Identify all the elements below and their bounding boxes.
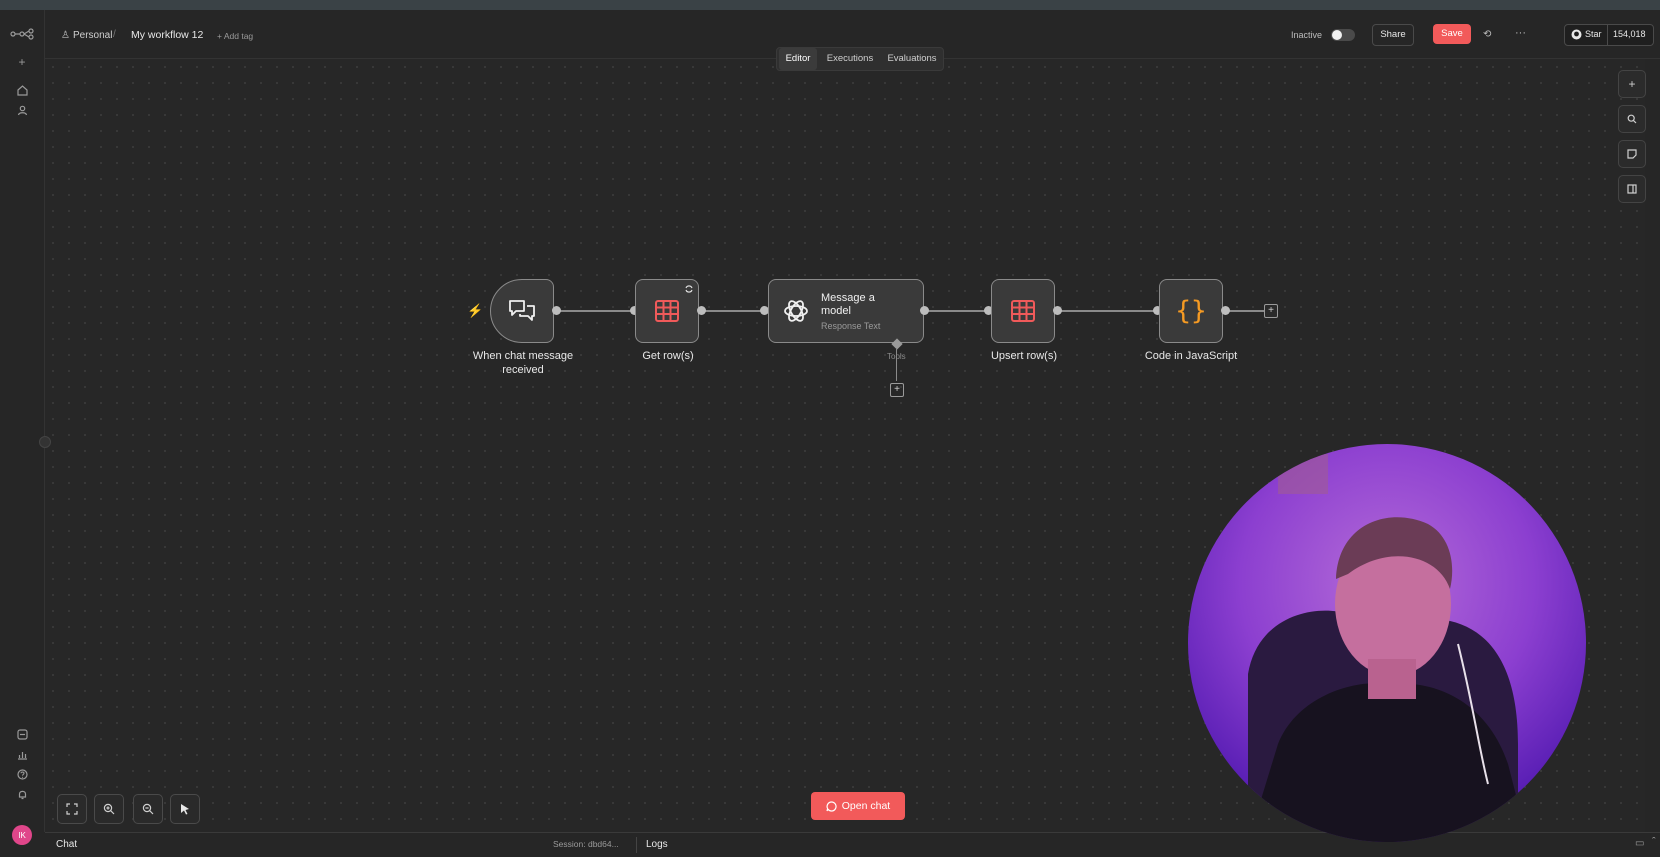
presenter-video bbox=[1248, 454, 1528, 842]
node-chat-trigger[interactable] bbox=[490, 279, 554, 343]
output-handle[interactable] bbox=[920, 306, 929, 315]
help-icon[interactable] bbox=[14, 766, 30, 782]
templates-icon[interactable] bbox=[14, 726, 30, 742]
connection-line bbox=[701, 310, 765, 312]
save-button[interactable]: Save bbox=[1433, 24, 1471, 44]
add-node-button[interactable]: + bbox=[1618, 70, 1646, 98]
left-sidebar: + IK bbox=[0, 10, 45, 845]
connection-line bbox=[1058, 310, 1158, 312]
history-icon[interactable]: ⟲ bbox=[1483, 29, 1491, 40]
star-label: Star bbox=[1585, 29, 1602, 39]
add-tool-button[interactable]: + bbox=[890, 383, 904, 397]
canvas-right-toolbar: + bbox=[1610, 70, 1650, 210]
tab-executions[interactable]: Executions bbox=[819, 48, 881, 70]
output-handle[interactable] bbox=[1221, 306, 1230, 315]
status-label: Inactive bbox=[1291, 30, 1323, 40]
breadcrumb-separator: / bbox=[113, 29, 116, 40]
trigger-bolt-icon: ⚡ bbox=[467, 303, 484, 318]
session-id: Session: dbd64... bbox=[553, 839, 619, 849]
chat-icon bbox=[826, 800, 837, 812]
active-toggle[interactable] bbox=[1331, 29, 1355, 41]
chat-panel-tab[interactable]: Chat bbox=[56, 839, 77, 850]
open-chat-label: Open chat bbox=[841, 800, 891, 812]
node-label-chat-trigger: When chat message received bbox=[472, 350, 574, 376]
add-node-end-button[interactable]: + bbox=[1264, 304, 1278, 318]
zoom-in-button[interactable] bbox=[94, 794, 124, 824]
search-icon[interactable] bbox=[1618, 105, 1646, 133]
node-label-upsert-rows: Upsert row(s) bbox=[990, 350, 1057, 362]
divider bbox=[636, 837, 637, 853]
table-icon bbox=[655, 300, 679, 322]
output-handle[interactable] bbox=[552, 306, 561, 315]
tab-editor[interactable]: Editor bbox=[779, 48, 817, 70]
node-message-model[interactable]: Message a model Response Text bbox=[768, 279, 924, 343]
person-icon: ♙ bbox=[61, 30, 70, 41]
open-chat-button[interactable]: Open chat bbox=[811, 792, 905, 820]
user-icon[interactable] bbox=[14, 102, 30, 118]
github-icon bbox=[1571, 29, 1582, 40]
connection-line bbox=[1226, 310, 1268, 312]
curly-braces-icon: {} bbox=[1175, 296, 1207, 326]
node-subtitle: Response Text bbox=[821, 321, 881, 331]
top-strip bbox=[0, 0, 1660, 10]
connection-line bbox=[557, 310, 635, 312]
collapse-sidebar-handle[interactable] bbox=[39, 436, 51, 448]
refresh-icon bbox=[685, 285, 693, 293]
node-title-message-model: Message a model bbox=[821, 292, 875, 317]
zoom-out-button[interactable] bbox=[133, 794, 163, 824]
fit-view-button[interactable] bbox=[57, 794, 87, 824]
n8n-logo-icon[interactable] bbox=[10, 26, 34, 42]
node-get-rows[interactable] bbox=[635, 279, 699, 343]
webcam-overlay bbox=[1188, 444, 1586, 842]
share-button[interactable]: Share bbox=[1372, 24, 1414, 46]
openai-icon bbox=[784, 300, 808, 322]
add-icon[interactable]: + bbox=[14, 54, 30, 70]
insights-icon[interactable] bbox=[14, 746, 30, 762]
tab-evaluations[interactable]: Evaluations bbox=[881, 48, 943, 70]
tools-connector bbox=[896, 348, 897, 381]
connection-line bbox=[925, 310, 989, 312]
table-icon bbox=[1011, 300, 1035, 322]
node-label-code: Code in JavaScript bbox=[1144, 350, 1238, 362]
notifications-icon[interactable] bbox=[14, 786, 30, 802]
view-tabs: Editor Executions Evaluations bbox=[776, 47, 944, 71]
node-code-javascript[interactable]: {} bbox=[1159, 279, 1223, 343]
github-star-button[interactable]: Star 154,018 bbox=[1564, 24, 1654, 46]
panel-layout-icon[interactable]: ▭ bbox=[1635, 838, 1644, 849]
breadcrumb-personal[interactable]: Personal bbox=[73, 30, 112, 41]
sticky-note-icon[interactable] bbox=[1618, 140, 1646, 168]
node-label-get-rows: Get row(s) bbox=[642, 350, 694, 362]
home-icon[interactable] bbox=[14, 82, 30, 98]
avatar[interactable]: IK bbox=[12, 825, 32, 845]
workflow-name[interactable]: My workflow 12 bbox=[131, 29, 203, 41]
star-count: 154,018 bbox=[1613, 29, 1646, 39]
logs-panel-tab[interactable]: Logs bbox=[646, 839, 668, 850]
panel-toggle-icon[interactable] bbox=[1618, 175, 1646, 203]
node-upsert-rows[interactable] bbox=[991, 279, 1055, 343]
pointer-tool-button[interactable] bbox=[170, 794, 200, 824]
chat-bubbles-icon bbox=[509, 300, 535, 321]
output-handle[interactable] bbox=[1053, 306, 1062, 315]
output-handle[interactable] bbox=[697, 306, 706, 315]
add-tag-link[interactable]: + Add tag bbox=[217, 31, 253, 41]
more-options-button[interactable]: ··· bbox=[1515, 27, 1526, 39]
chevron-up-icon[interactable]: ˆ bbox=[1652, 836, 1656, 848]
